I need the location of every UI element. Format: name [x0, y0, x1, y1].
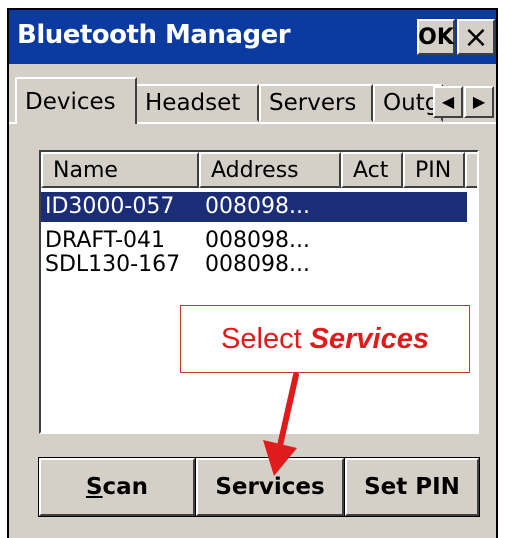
annotation-arrow-icon — [263, 372, 299, 476]
